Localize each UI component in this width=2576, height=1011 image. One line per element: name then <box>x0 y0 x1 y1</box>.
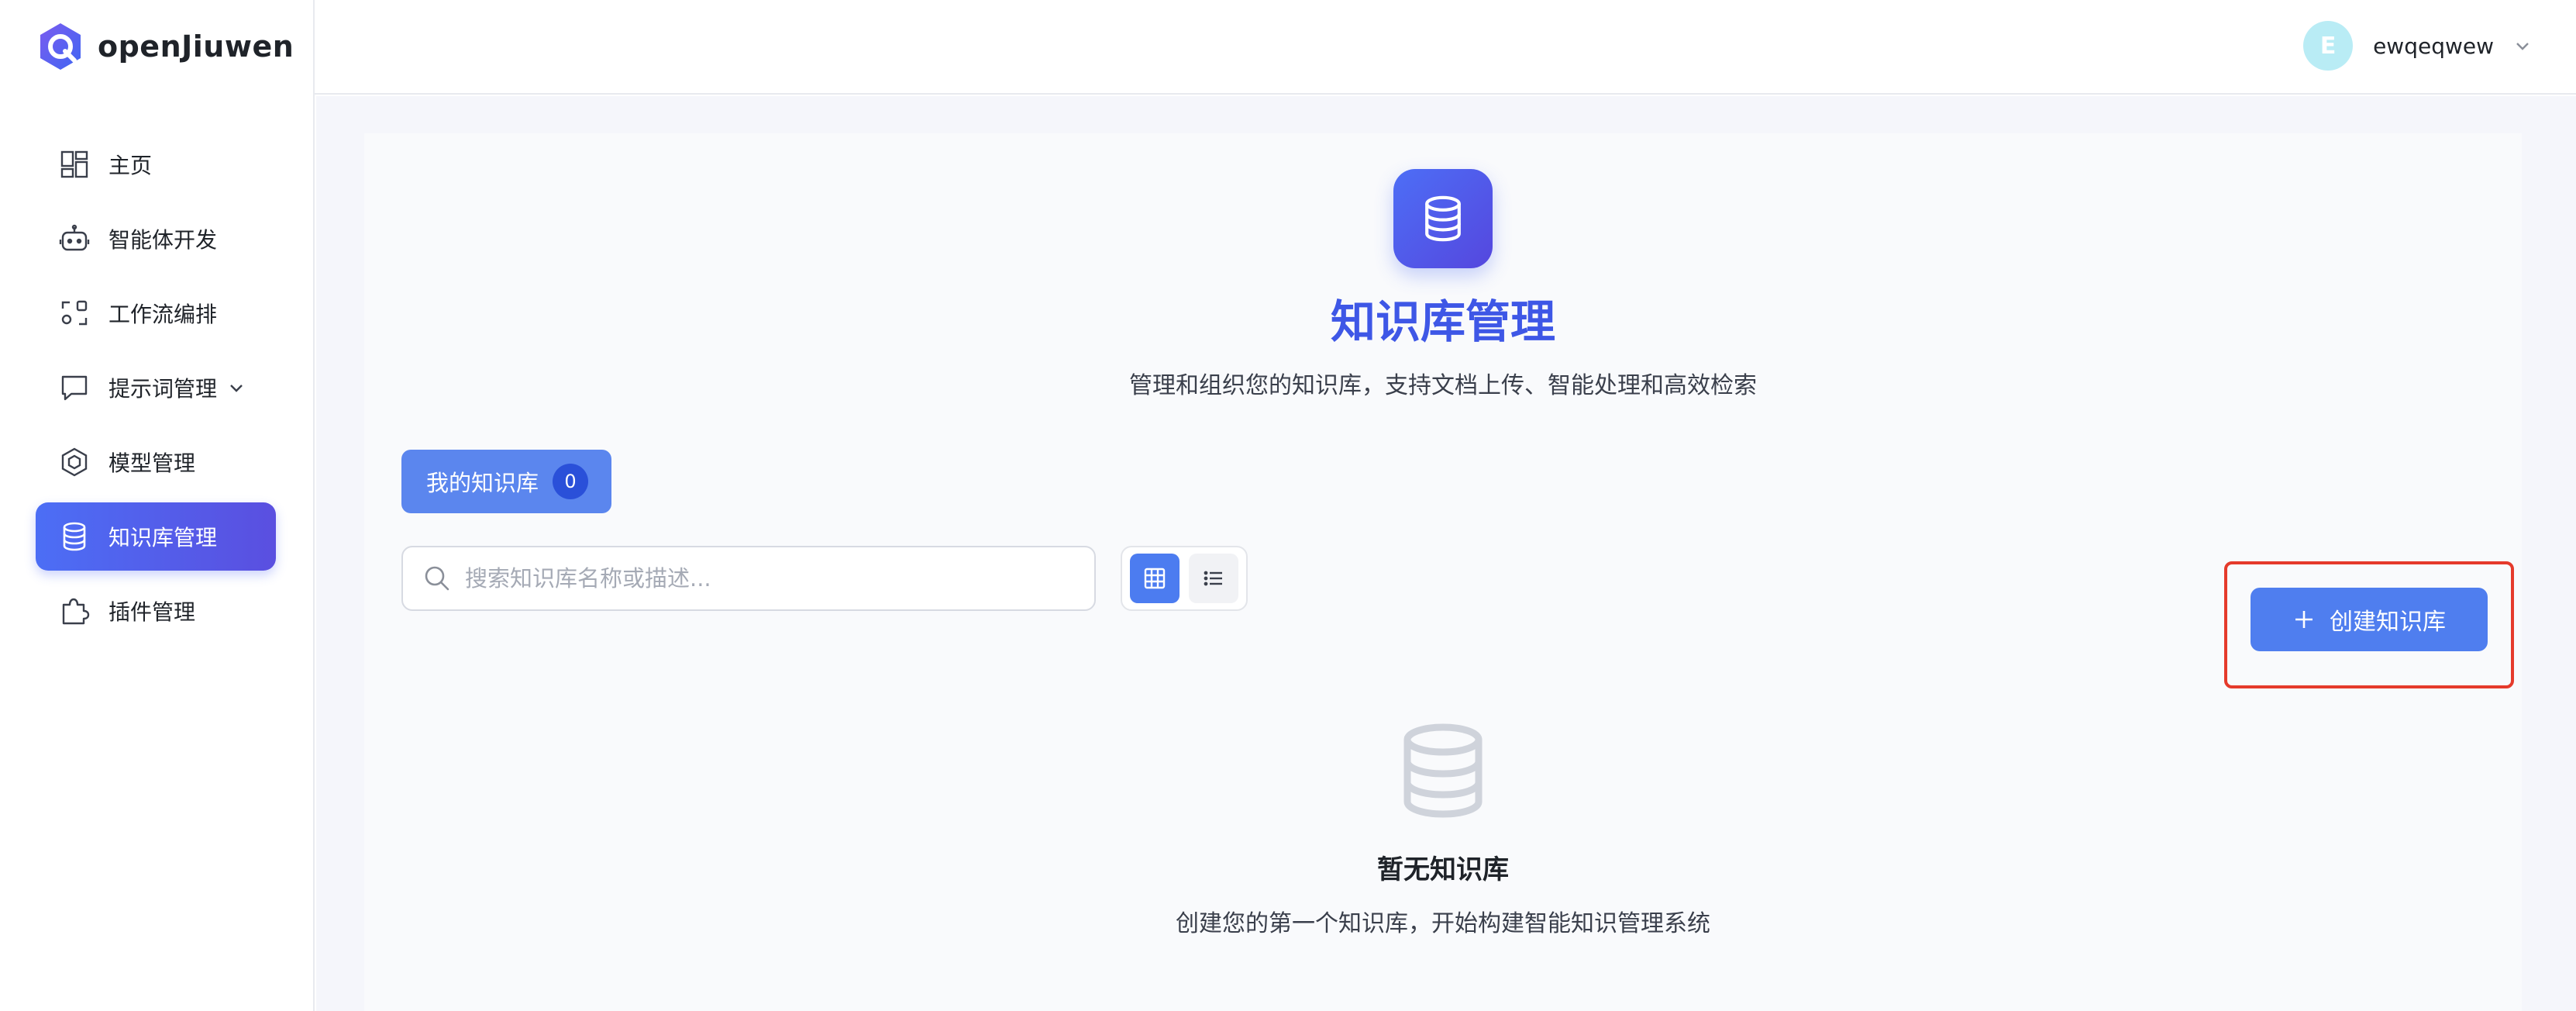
sidebar-item-prompt[interactable]: 提示词管理 <box>36 354 276 422</box>
sidebar-item-label: 智能体开发 <box>108 227 218 253</box>
sidebar-item-model[interactable]: 模型管理 <box>36 428 276 496</box>
brand-name: openJiuwen <box>98 29 294 64</box>
sidebar-item-label: 工作流编排 <box>108 302 218 327</box>
empty-database-icon <box>1403 723 1483 818</box>
list-view-button[interactable] <box>1189 554 1238 603</box>
grid-view-button[interactable] <box>1130 554 1180 603</box>
list-icon <box>1204 571 1222 586</box>
model-icon <box>61 447 88 477</box>
sidebar-item-label: 模型管理 <box>108 450 196 476</box>
top-header: E ewqeqwew <box>315 0 2576 95</box>
openjiuwen-logo-icon <box>40 23 81 70</box>
search-icon <box>425 566 449 591</box>
message-icon <box>61 375 88 401</box>
sidebar-item-workflow[interactable]: 工作流编排 <box>36 279 276 347</box>
sidebar-item-knowledge-base[interactable]: 知识库管理 <box>36 502 276 571</box>
sidebar-item-plugin[interactable]: 插件管理 <box>36 577 276 645</box>
chevron-down-icon <box>230 385 243 392</box>
create-button-label: 创建知识库 <box>2330 609 2446 636</box>
user-menu[interactable]: E ewqeqwew <box>2303 20 2533 71</box>
sidebar-nav: 主页 智能体开发 工作流编排 提示词管理 模型管理 知识库管理 插件管理 <box>36 130 276 651</box>
grid-icon <box>1144 568 1166 589</box>
create-knowledge-base-button[interactable]: 创建知识库 <box>2251 588 2488 651</box>
plus-icon <box>2295 611 2313 628</box>
search-box[interactable] <box>401 546 1096 611</box>
robot-icon <box>59 224 90 251</box>
database-icon <box>63 522 86 551</box>
username[interactable]: ewqeqwew <box>2373 33 2494 59</box>
workflow-icon <box>61 300 88 326</box>
sidebar-item-label: 主页 <box>108 153 153 178</box>
database-icon <box>1425 195 1461 242</box>
main-content: 知识库管理 管理和组织您的知识库，支持文档上传、智能处理和高效检索 我的知识库 … <box>316 96 2576 1011</box>
search-input[interactable] <box>465 565 1069 592</box>
sidebar-item-label: 知识库管理 <box>108 525 218 550</box>
chevron-down-icon[interactable] <box>2512 36 2533 56</box>
sidebar-item-label: 提示词管理 <box>108 376 218 402</box>
count-badge: 0 <box>553 464 589 499</box>
knowledge-base-panel: 知识库管理 管理和组织您的知识库，支持文档上传、智能处理和高效检索 我的知识库 … <box>364 133 2522 1011</box>
empty-state-title: 暂无知识库 <box>1377 854 1509 885</box>
sidebar-item-home[interactable]: 主页 <box>36 130 276 198</box>
app-logo[interactable]: openJiuwen <box>34 19 294 74</box>
avatar[interactable]: E <box>2303 21 2354 71</box>
empty-state-subtitle: 创建您的第一个知识库，开始构建智能知识管理系统 <box>1176 910 1710 937</box>
puzzle-icon <box>62 598 90 625</box>
page-subtitle: 管理和组织您的知识库，支持文档上传、智能处理和高效检索 <box>1129 372 1757 399</box>
sidebar-item-label: 插件管理 <box>108 599 196 625</box>
sidebar-item-agent-dev[interactable]: 智能体开发 <box>36 205 276 273</box>
tab-my-knowledge-base[interactable]: 我的知识库 0 <box>401 450 612 513</box>
create-button-highlight: 创建知识库 <box>2224 561 2514 688</box>
page-title: 知识库管理 <box>1330 295 1555 348</box>
tab-label: 我的知识库 <box>426 470 539 496</box>
hero-database-badge <box>1393 169 1493 268</box>
dashboard-icon <box>60 150 88 178</box>
sidebar: openJiuwen 主页 智能体开发 工作流编排 提示词管理 模型管理 知识库… <box>0 0 315 1011</box>
view-toggle <box>1121 546 1248 611</box>
